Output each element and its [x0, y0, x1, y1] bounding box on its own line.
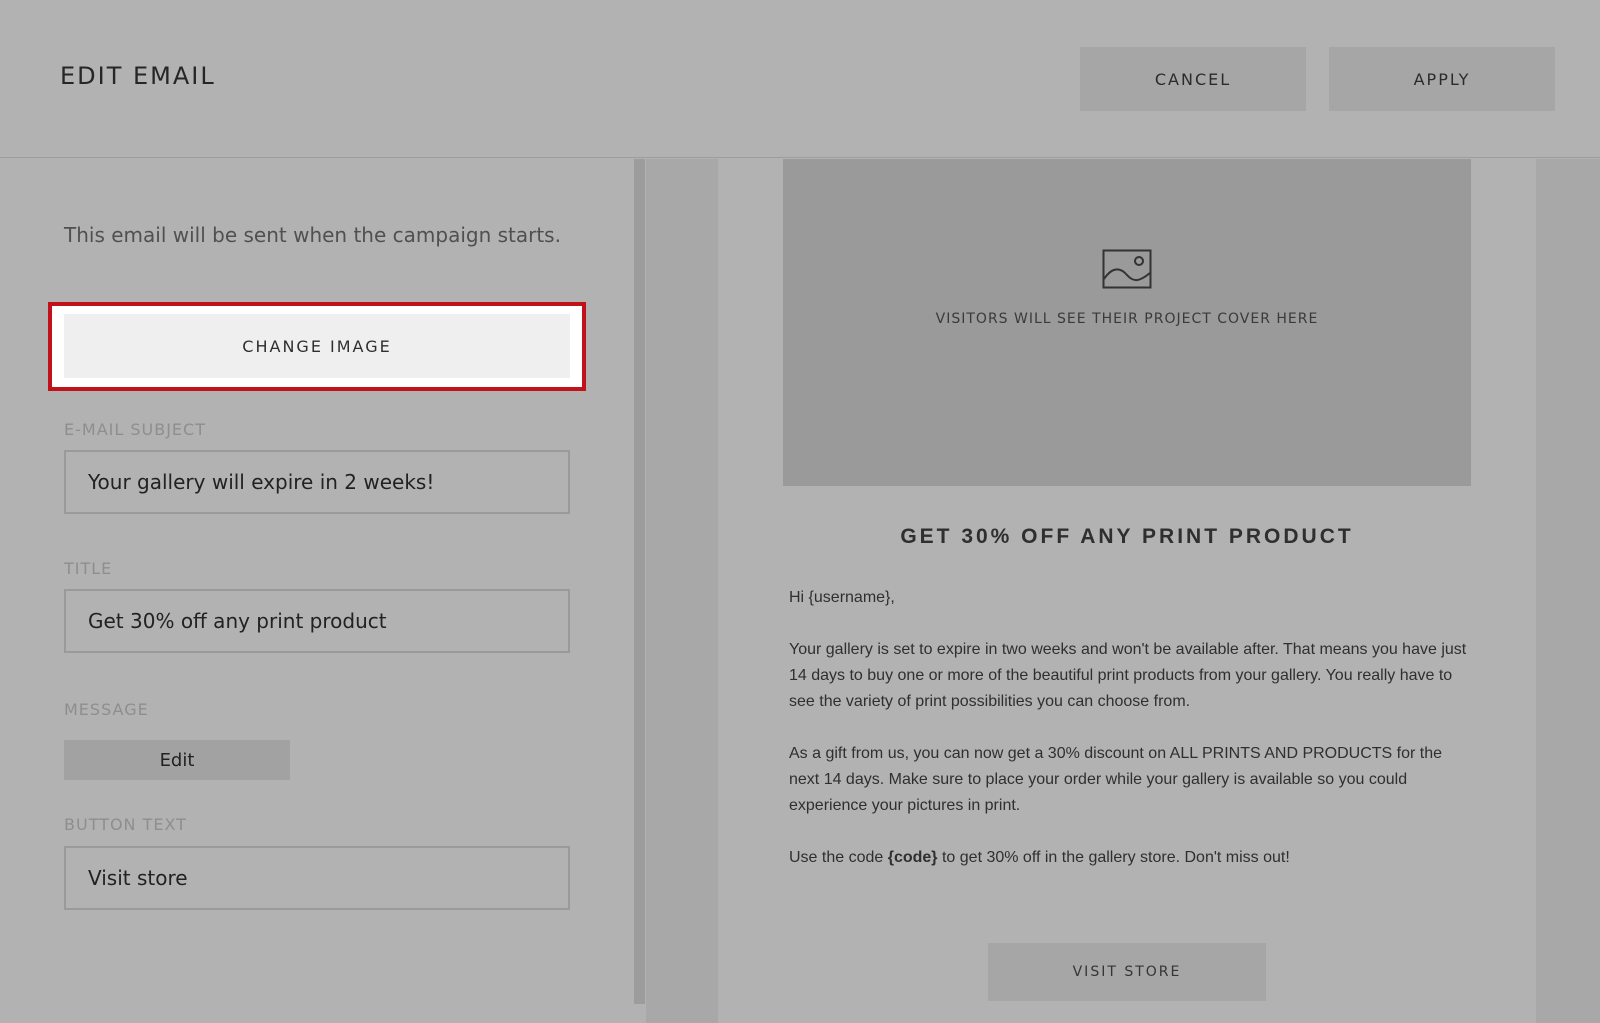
email-paragraph-3: Use the code {code} to get 30% off in th… — [789, 845, 1469, 871]
email-greeting: Hi {username}, — [789, 589, 895, 606]
cover-image-placeholder: VISITORS WILL SEE THEIR PROJECT COVER HE… — [783, 159, 1471, 486]
panel-scrollbar[interactable] — [634, 159, 645, 1004]
header: EDIT EMAIL CANCEL APPLY — [0, 0, 1600, 158]
cover-placeholder-text: VISITORS WILL SEE THEIR PROJECT COVER HE… — [935, 311, 1319, 327]
page-title: EDIT EMAIL — [60, 62, 216, 90]
change-image-button[interactable]: CHANGE IMAGE — [64, 314, 570, 378]
code-prefix: Use the code — [789, 849, 888, 866]
title-label: TITLE — [64, 559, 113, 578]
edit-message-button[interactable]: Edit — [64, 740, 290, 780]
subject-input[interactable] — [64, 450, 570, 514]
email-preview-area: VISITORS WILL SEE THEIR PROJECT COVER HE… — [646, 159, 1600, 1023]
email-paragraph-2: As a gift from us, you can now get a 30%… — [789, 745, 1443, 814]
image-placeholder-icon — [1102, 249, 1152, 289]
discount-code: {code} — [887, 849, 938, 866]
email-body: Hi {username}, Your gallery is set to ex… — [789, 585, 1469, 897]
message-label: MESSAGE — [64, 700, 149, 719]
code-suffix: to get 30% off in the gallery store. Don… — [937, 849, 1290, 866]
subject-label: E-MAIL SUBJECT — [64, 420, 206, 439]
title-input[interactable] — [64, 589, 570, 653]
visit-store-button[interactable]: VISIT STORE — [988, 943, 1266, 1001]
email-title: GET 30% OFF ANY PRINT PRODUCT — [900, 525, 1354, 548]
email-paragraph-1: Your gallery is set to expire in two wee… — [789, 641, 1467, 710]
intro-text: This email will be sent when the campaig… — [64, 223, 561, 247]
cancel-button[interactable]: CANCEL — [1080, 47, 1306, 111]
button-text-input[interactable] — [64, 846, 570, 910]
apply-button[interactable]: APPLY — [1329, 47, 1555, 111]
button-text-label: BUTTON TEXT — [64, 815, 187, 834]
edit-panel: This email will be sent when the campaig… — [0, 159, 634, 1023]
email-preview: VISITORS WILL SEE THEIR PROJECT COVER HE… — [718, 159, 1536, 1023]
